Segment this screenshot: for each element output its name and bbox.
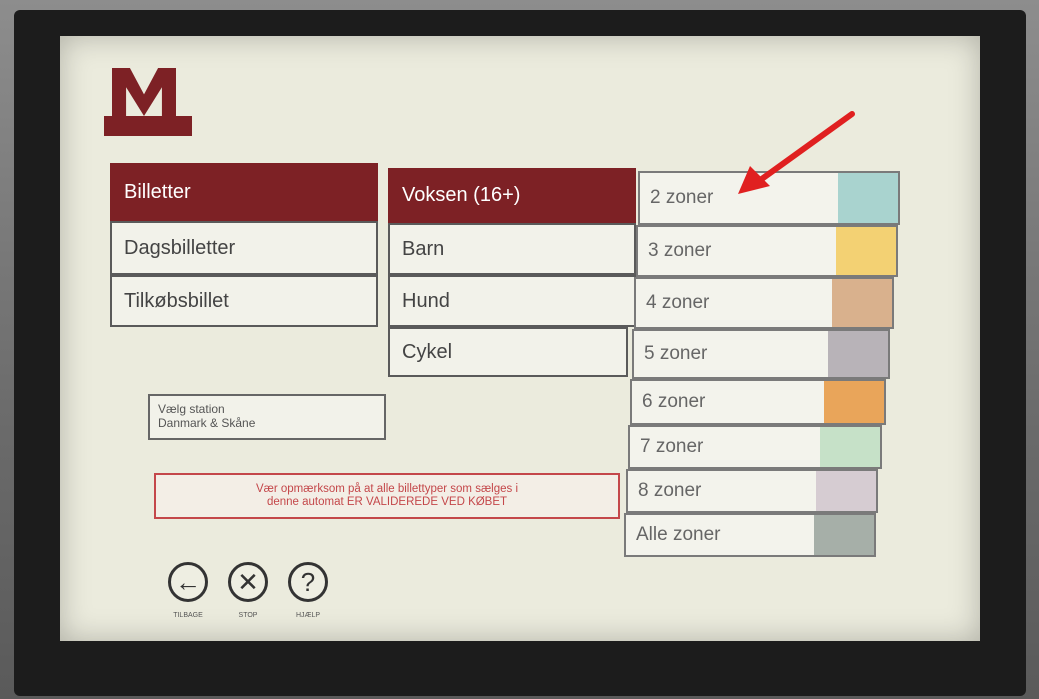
category-dagsbilletter[interactable]: Dagsbilletter [110,221,378,275]
category-tilkobsbillet[interactable]: Tilkøbsbillet [110,275,378,327]
stop-label: STOP [238,612,258,619]
zone-label: 4 zoner [646,292,710,313]
zone-color-swatch [816,471,876,511]
passenger-cykel[interactable]: Cykel [388,327,628,377]
zone-color-swatch [828,331,888,377]
passenger-barn[interactable]: Barn [388,223,636,275]
category-billetter[interactable]: Billetter [110,163,378,221]
stop-button[interactable]: ✕ [228,562,268,602]
zone-alle[interactable]: Alle zoner [624,513,876,557]
zone-color-swatch [836,227,896,275]
help-icon: ? [300,566,316,597]
zone-color-swatch [824,381,884,423]
zone-label: 7 zoner [640,436,704,457]
zone-label: 5 zoner [644,343,708,364]
zone-color-swatch [814,515,874,555]
help-label: HJÆLP [295,612,321,619]
close-icon: ✕ [237,566,259,597]
metro-logo [104,68,192,136]
zone-color-swatch [820,427,880,467]
zone-label: 6 zoner [642,391,706,412]
help-button[interactable]: ? [288,562,328,602]
passenger-voksen[interactable]: Voksen (16+) [388,168,636,223]
validation-notice: Vær opmærksom på at alle billettyper som… [154,473,620,519]
back-label: TILBAGE [173,612,203,619]
zone-3[interactable]: 3 zoner [636,225,898,277]
zone-4[interactable]: 4 zoner [634,277,894,329]
zone-6[interactable]: 6 zoner [630,379,886,425]
zone-label: 3 zoner [648,240,712,261]
zone-label: 2 zoner [650,187,714,208]
zone-5[interactable]: 5 zoner [632,329,890,379]
annotation-arrow-icon [738,111,855,194]
zone-8[interactable]: 8 zoner [626,469,878,513]
zone-7[interactable]: 7 zoner [628,425,882,469]
back-button[interactable]: ← [168,562,208,602]
passenger-hund[interactable]: Hund [388,275,636,327]
zone-color-swatch [832,279,892,327]
select-station-button[interactable]: Vælg station Danmark & Skåne [148,394,386,440]
zone-label: 8 zoner [638,480,702,501]
ticket-screen: Billetter Dagsbilletter Tilkøbsbillet Vo… [60,36,980,641]
zone-label: Alle zoner [636,524,721,545]
arrow-left-icon: ← [175,566,201,597]
